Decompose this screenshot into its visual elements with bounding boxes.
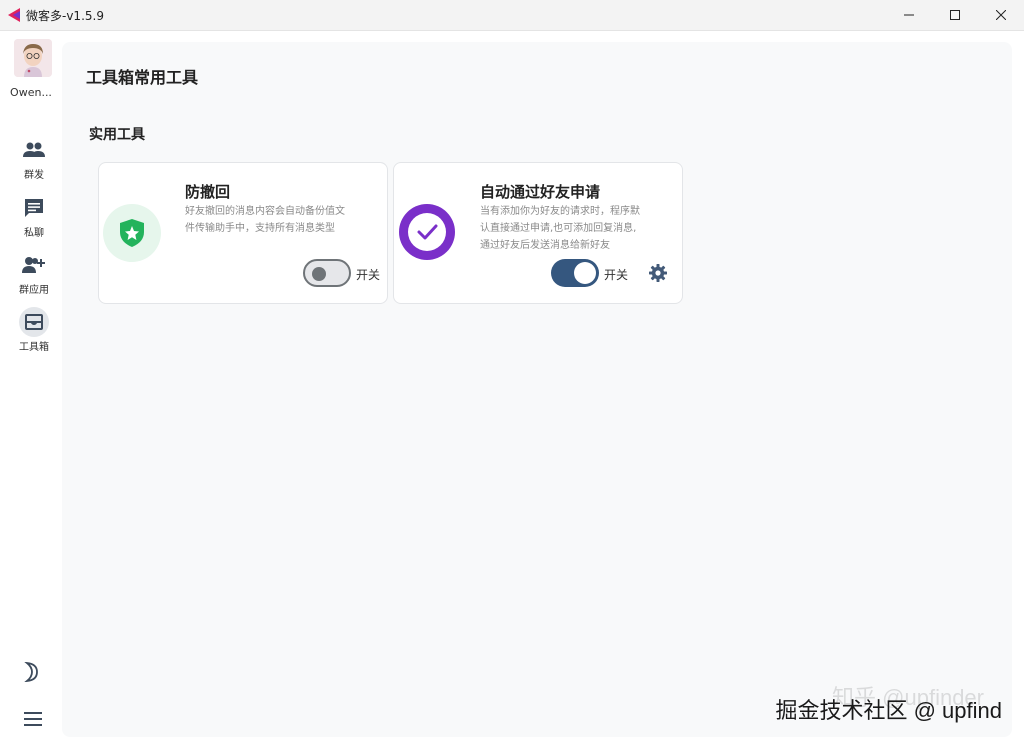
description-line: 件传输助手中，支持所有消息类型 (185, 223, 335, 234)
sidebar-item-group-apps[interactable]: 群应用 (0, 250, 68, 296)
card-description: 当有添加你为好友的请求时，程序默 认直接通过申请,也可添加回复消息, 通过好友后… (480, 203, 676, 254)
sidebar-item-label: 私聊 (24, 228, 44, 239)
card-description: 好友撤回的消息内容会自动备份值文 件传输助手中，支持所有消息类型 (185, 203, 375, 237)
sidebar-item-label: 工具箱 (19, 342, 49, 353)
description-line: 认直接通过申请,也可添加回复消息, (480, 223, 637, 234)
card-title: 自动通过好友申请 (480, 183, 601, 201)
avatar-image (14, 39, 52, 77)
gear-icon[interactable] (649, 264, 667, 282)
username: Owen... (10, 86, 52, 99)
sidebar-item-private-chat[interactable]: 私聊 (0, 193, 68, 239)
main-panel: 工具箱常用工具 实用工具 防撤回 好友撤回的消息内容会自动备份值文 件传输助手中… (62, 42, 1012, 737)
check-circle-icon (399, 204, 455, 260)
close-button[interactable] (978, 0, 1024, 30)
anti-recall-toggle[interactable] (303, 259, 351, 287)
description-line: 当有添加你为好友的请求时，程序默 (480, 206, 640, 217)
app-logo-icon (8, 8, 20, 22)
maximize-button[interactable] (932, 0, 978, 30)
auto-accept-toggle[interactable] (551, 259, 599, 287)
app-title: 微客多-v1.5.9 (26, 8, 104, 23)
active-indicator (19, 307, 49, 337)
sidebar-item-label: 群发 (24, 170, 44, 181)
toggle-label: 开关 (604, 268, 629, 282)
sidebar-item-label: 群应用 (19, 285, 49, 296)
auto-accept-card: 自动通过好友申请 当有添加你为好友的请求时，程序默 认直接通过申请,也可添加回复… (393, 162, 683, 304)
close-icon (996, 10, 1006, 20)
shield-star-icon (120, 219, 144, 247)
section-title: 实用工具 (89, 127, 145, 143)
minimize-icon (904, 14, 914, 16)
title-bar: 微客多-v1.5.9 (0, 0, 1024, 31)
toolbox-icon (25, 314, 43, 330)
maximize-icon (950, 10, 960, 20)
menu-icon[interactable] (24, 712, 42, 726)
minimize-button[interactable] (886, 0, 932, 30)
avatar[interactable] (14, 39, 52, 77)
watermark: 掘金技术社区 @ upfind (775, 698, 1003, 723)
moon-icon[interactable] (22, 662, 40, 682)
card-title: 防撤回 (185, 183, 231, 201)
toggle-knob (312, 267, 326, 281)
sidebar-item-toolbox[interactable]: 工具箱 (0, 307, 68, 353)
toggle-knob (574, 262, 596, 284)
group-icon (23, 142, 45, 157)
page-title: 工具箱常用工具 (86, 68, 199, 87)
sidebar-item-mass-send[interactable]: 群发 (0, 135, 68, 181)
sidebar: Owen... 群发 私聊 群应用 工具箱 (0, 31, 62, 747)
anti-recall-card: 防撤回 好友撤回的消息内容会自动备份值文 件传输助手中，支持所有消息类型 开关 (98, 162, 388, 304)
add-user-icon (22, 257, 45, 273)
toggle-label: 开关 (356, 268, 381, 282)
description-line: 通过好友后发送消息给新好友 (480, 240, 610, 251)
window-controls (886, 0, 1024, 30)
anti-recall-icon-bg (103, 204, 161, 262)
chat-icon (25, 199, 43, 217)
description-line: 好友撤回的消息内容会自动备份值文 (185, 206, 345, 217)
